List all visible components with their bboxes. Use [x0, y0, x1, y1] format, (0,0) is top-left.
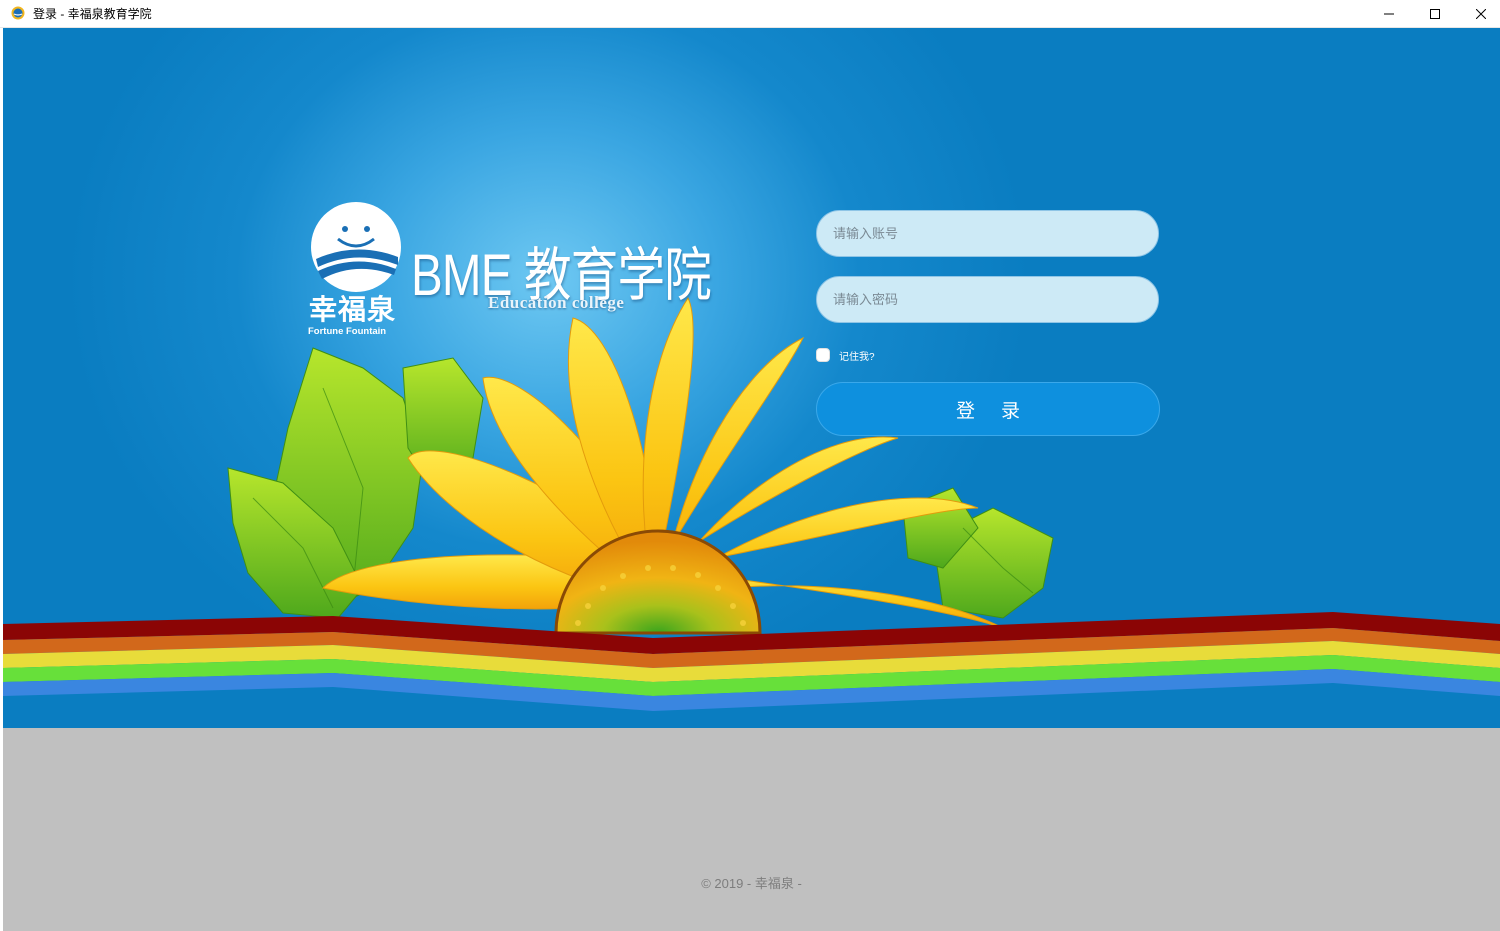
window-titlebar: 登录 - 幸福泉教育学院	[0, 0, 1500, 28]
minimize-icon	[1384, 9, 1394, 19]
username-input[interactable]	[816, 210, 1159, 257]
remember-label: 记住我?	[839, 351, 875, 363]
password-input[interactable]	[816, 276, 1159, 323]
maximize-button[interactable]	[1412, 0, 1458, 27]
close-icon	[1476, 8, 1486, 19]
maximize-icon	[1430, 8, 1440, 19]
app-logo-icon	[11, 6, 25, 20]
remember-me[interactable]: 记住我?	[816, 346, 875, 364]
remember-checkbox[interactable]	[816, 348, 830, 362]
login-button[interactable]: 登 录	[816, 382, 1160, 436]
fortune-fountain-logo	[311, 202, 401, 292]
brand-subtitle: Education college	[488, 293, 625, 312]
footer-copyright: © 2019 - 幸福泉 -	[701, 876, 802, 891]
minimize-button[interactable]	[1366, 0, 1412, 27]
logo-english-text: Fortune Fountain	[308, 326, 387, 337]
logo-chinese-text: 幸福泉	[309, 293, 397, 326]
window-title: 登录 - 幸福泉教育学院	[33, 7, 152, 21]
close-button[interactable]	[1458, 0, 1500, 27]
sunflower-illustration	[3, 296, 1500, 711]
login-stage: 幸福泉 Fortune Fountain BME 教育学院 Education …	[3, 28, 1500, 931]
